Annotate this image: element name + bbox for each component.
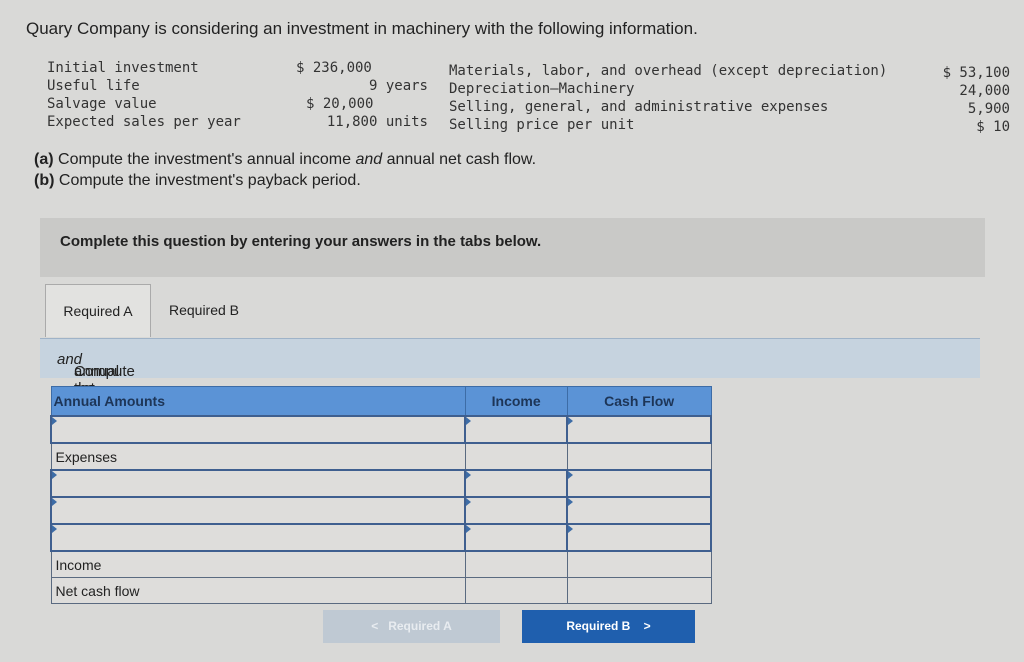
question-a: (a) Compute the investment's annual inco…: [34, 151, 536, 169]
label: Materials, labor, and overhead (except d…: [449, 63, 888, 79]
cash-flow-input[interactable]: [566, 415, 712, 444]
label: Depreciation—Machinery: [449, 81, 635, 97]
instruction-box: Complete this question by entering your …: [40, 218, 985, 277]
q-text: Compute the investment's payback period.: [54, 172, 361, 189]
q-text: annual net cash flow.: [382, 151, 537, 168]
account-select[interactable]: [50, 523, 466, 552]
info-left-values: $ 236,000 9 years $ 20,000 11,800 units: [296, 59, 428, 131]
income-input[interactable]: [463, 469, 569, 498]
q-em: and: [355, 151, 383, 168]
table-row: [50, 415, 712, 444]
problem-title: Quary Company is considering an investme…: [26, 19, 698, 38]
header-income: Income: [464, 386, 568, 417]
label: Selling price per unit: [449, 117, 635, 133]
value: 5,900: [967, 101, 1010, 117]
cash-flow-input[interactable]: [566, 550, 712, 578]
next-required-b-button[interactable]: Required B >: [522, 610, 695, 643]
value: 24,000: [959, 83, 1010, 99]
q-prefix: (b): [34, 172, 55, 189]
tab-required-a[interactable]: Required A: [45, 284, 151, 337]
info-right-labels: Materials, labor, and overhead (except d…: [449, 62, 887, 134]
button-label: Required A: [388, 619, 452, 633]
prev-required-a-button[interactable]: < Required A: [323, 610, 500, 643]
table-row: [50, 496, 712, 525]
label: Salvage value: [47, 96, 157, 112]
table-row: Expenses: [50, 442, 712, 471]
info-right-values: $ 53,100 24,000 5,900 $ 10: [930, 64, 1010, 136]
label: Expected sales per year: [47, 114, 241, 130]
income-input[interactable]: [463, 415, 569, 444]
row-label: Expenses: [50, 442, 466, 471]
tab-instruction: Compute the investment's annual income a…: [40, 338, 980, 448]
income-input[interactable]: [463, 523, 569, 552]
q-prefix: (a): [34, 151, 54, 168]
tab-required-b[interactable]: Required B: [152, 284, 256, 336]
button-label: Required B: [566, 619, 631, 633]
label: Initial investment: [47, 60, 199, 76]
label: Selling, general, and administrative exp…: [449, 99, 829, 115]
row-label: Income: [50, 550, 466, 578]
answer-table: Annual Amounts Income Cash Flow Expenses…: [50, 386, 712, 604]
header-cash-flow: Cash Flow: [566, 386, 712, 417]
cash-flow-input[interactable]: [566, 442, 712, 471]
account-select[interactable]: [50, 415, 466, 444]
income-input[interactable]: [464, 577, 568, 604]
value: $ 10: [976, 119, 1010, 135]
value: $ 236,000: [296, 60, 372, 76]
value: $ 20,000: [306, 96, 374, 112]
instruction-text: Complete this question by entering your …: [60, 233, 542, 250]
income-input[interactable]: [464, 442, 568, 471]
value: 11,800 units: [326, 114, 428, 130]
cash-flow-input[interactable]: [566, 523, 712, 552]
table-row: Net cash flow: [50, 577, 712, 604]
cash-flow-input[interactable]: [566, 469, 712, 498]
row-label: Net cash flow: [50, 577, 466, 604]
value: 9 years: [368, 78, 428, 94]
q-text: Compute the investment's annual income: [53, 151, 356, 168]
income-input[interactable]: [464, 550, 568, 578]
question-b: (b) Compute the investment's payback per…: [34, 172, 361, 190]
cash-flow-input[interactable]: [566, 496, 712, 525]
header-annual-amounts: Annual Amounts: [50, 386, 466, 417]
info-left-labels: Initial investment Useful life Salvage v…: [47, 59, 241, 131]
cash-flow-input[interactable]: [566, 577, 712, 604]
income-input[interactable]: [463, 496, 569, 525]
table-row: [50, 469, 712, 498]
table-row: Income: [50, 550, 712, 578]
account-select[interactable]: [50, 496, 466, 525]
table-row: [50, 523, 712, 552]
account-select[interactable]: [50, 469, 466, 498]
value: $ 53,100: [942, 65, 1010, 81]
label: Useful life: [47, 78, 140, 94]
